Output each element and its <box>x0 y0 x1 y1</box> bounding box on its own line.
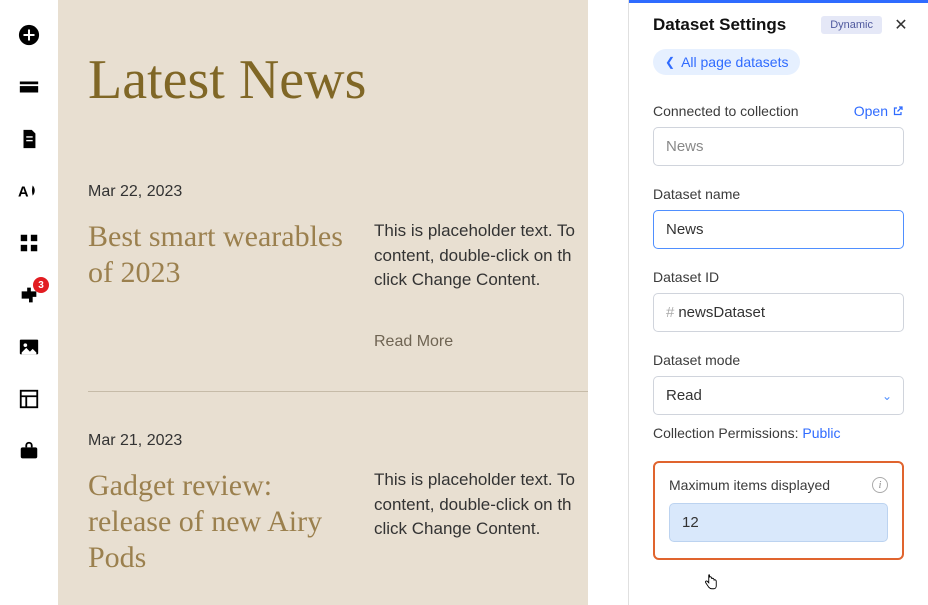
back-link[interactable]: ❮ All page datasets <box>653 49 800 75</box>
connected-section: Connected to collection Open News <box>653 103 904 166</box>
back-link-label: All page datasets <box>681 54 788 70</box>
svg-text:A: A <box>18 185 29 201</box>
name-section: Dataset name <box>653 186 904 249</box>
content-icon[interactable] <box>18 388 40 410</box>
settings-panel: Dataset Settings Dynamic ✕ ❮ All page da… <box>628 0 928 605</box>
permissions-label: Collection Permissions: <box>653 425 799 441</box>
article-body-line: click Change Content. <box>374 268 598 293</box>
pages-icon[interactable] <box>18 76 40 98</box>
panel-header: Dataset Settings Dynamic ✕ <box>629 3 928 49</box>
dataset-mode-label: Dataset mode <box>653 352 904 368</box>
article-date: Mar 21, 2023 <box>88 432 598 450</box>
business-icon[interactable] <box>18 440 40 462</box>
connected-label: Connected to collection <box>653 103 799 119</box>
mode-section: Dataset mode Read ⌄ Collection Permissio… <box>653 352 904 441</box>
addons-icon[interactable]: 3 <box>18 284 40 306</box>
page-title: Latest News <box>88 48 598 112</box>
dataset-id-value: newsDataset <box>678 304 765 321</box>
document-icon[interactable] <box>18 128 40 150</box>
panel-title: Dataset Settings <box>653 15 821 35</box>
article-body-line: content, double-click on th <box>374 244 598 269</box>
open-link-label: Open <box>854 103 888 119</box>
article-title: Best smart wearables of 2023 <box>88 219 348 351</box>
article-item: Mar 21, 2023 Gadget review: release of n… <box>88 391 598 576</box>
dataset-id-field[interactable]: #newsDataset <box>653 293 904 332</box>
external-link-icon <box>892 105 904 117</box>
permissions-row: Collection Permissions: Public <box>653 425 904 441</box>
chevron-left-icon: ❮ <box>665 55 675 69</box>
dataset-mode-select[interactable]: Read ⌄ <box>653 376 904 415</box>
dataset-mode-value: Read <box>653 376 904 415</box>
hash-icon: # <box>666 304 674 321</box>
connected-collection-field[interactable]: News <box>653 127 904 166</box>
add-icon[interactable] <box>18 24 40 46</box>
dataset-name-label: Dataset name <box>653 186 904 202</box>
canvas-edge <box>588 0 628 605</box>
article-date: Mar 22, 2023 <box>88 183 598 201</box>
id-section: Dataset ID #newsDataset <box>653 269 904 332</box>
info-icon[interactable]: i <box>872 477 888 493</box>
max-items-input[interactable] <box>669 503 888 542</box>
article-item: Mar 22, 2023 Best smart wearables of 202… <box>88 182 598 351</box>
addons-badge: 3 <box>33 277 49 293</box>
left-rail: A 3 <box>0 0 58 605</box>
article-body-line: This is placeholder text. To <box>374 468 598 493</box>
read-more-link[interactable]: Read More <box>374 333 598 351</box>
article-body-line: This is placeholder text. To <box>374 219 598 244</box>
media-icon[interactable] <box>18 336 40 358</box>
max-items-label: Maximum items displayed <box>669 477 830 493</box>
article-body-line: content, double-click on th <box>374 493 598 518</box>
close-icon[interactable]: ✕ <box>892 16 910 34</box>
article-body-line: click Change Content. <box>374 517 598 542</box>
dynamic-pill: Dynamic <box>821 16 882 34</box>
permissions-link[interactable]: Public <box>802 425 840 441</box>
editor-canvas: Latest News Mar 22, 2023 Best smart wear… <box>58 0 628 605</box>
apps-icon[interactable] <box>18 232 40 254</box>
dataset-name-input[interactable] <box>653 210 904 249</box>
max-items-highlight: Maximum items displayed i <box>653 461 904 560</box>
dataset-id-label: Dataset ID <box>653 269 904 285</box>
open-collection-link[interactable]: Open <box>854 103 904 119</box>
theme-icon[interactable]: A <box>18 180 40 202</box>
article-title: Gadget review: release of new Airy Pods <box>88 468 348 576</box>
